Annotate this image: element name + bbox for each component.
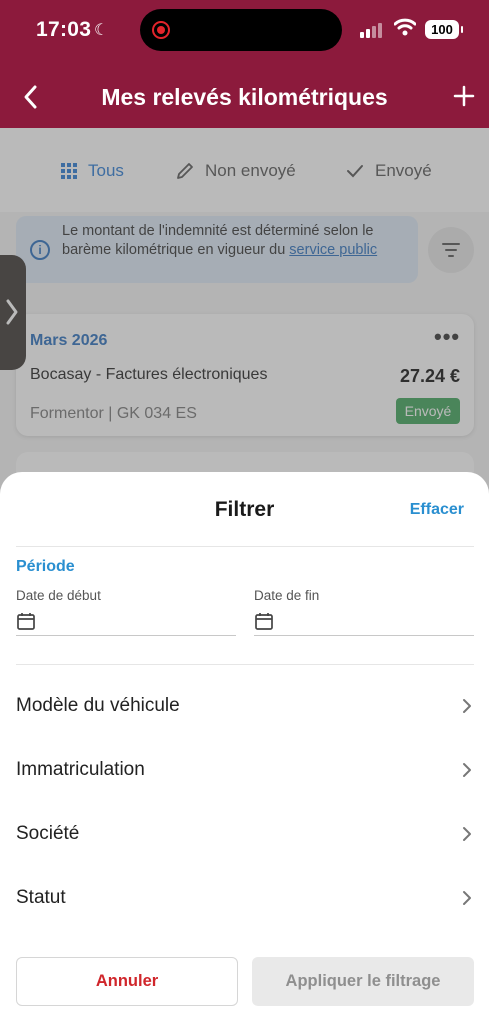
add-icon[interactable] xyxy=(452,84,476,108)
end-date-field[interactable]: Date de fin xyxy=(254,588,474,636)
app-header: 17:03 ☾ 100 Mes relevés kilométriques xyxy=(0,0,489,128)
filter-row-vehicle-model[interactable]: Modèle du véhicule xyxy=(16,686,474,726)
filter-row-registration[interactable]: Immatriculation xyxy=(16,750,474,790)
row-label: Modèle du véhicule xyxy=(16,695,180,716)
clear-button[interactable]: Effacer xyxy=(410,501,464,519)
status-time: 17:03 xyxy=(36,18,92,41)
wifi-icon xyxy=(394,18,416,36)
battery-icon: 100 xyxy=(425,20,463,39)
apply-filter-button[interactable]: Appliquer le filtrage xyxy=(252,957,474,1006)
chevron-right-icon xyxy=(463,891,471,905)
cancel-button[interactable]: Annuler xyxy=(16,957,238,1006)
recording-icon xyxy=(152,21,170,39)
chevron-right-icon xyxy=(463,699,471,713)
row-label: Société xyxy=(16,823,80,844)
dynamic-island xyxy=(140,9,342,51)
end-date-label: Date de fin xyxy=(254,588,320,603)
signal-icon xyxy=(360,22,384,38)
filter-sheet: Filtrer Effacer Période Date de début Da… xyxy=(0,472,489,1027)
divider xyxy=(16,664,474,665)
row-label: Statut xyxy=(16,887,66,908)
page-title: Mes relevés kilométriques xyxy=(101,84,388,110)
start-date-label: Date de début xyxy=(16,588,101,603)
row-label: Immatriculation xyxy=(16,759,145,780)
period-title: Période xyxy=(16,558,75,575)
chevron-right-icon xyxy=(463,827,471,841)
chevron-right-icon xyxy=(463,763,471,777)
calendar-icon xyxy=(17,613,35,630)
start-date-field[interactable]: Date de début xyxy=(16,588,236,636)
calendar-icon xyxy=(255,613,273,630)
filter-row-company[interactable]: Société xyxy=(16,814,474,854)
divider xyxy=(16,546,474,547)
moon-icon: ☾ xyxy=(94,22,109,39)
filter-row-status[interactable]: Statut xyxy=(16,878,474,918)
status-bar: 17:03 ☾ 100 xyxy=(0,0,489,60)
